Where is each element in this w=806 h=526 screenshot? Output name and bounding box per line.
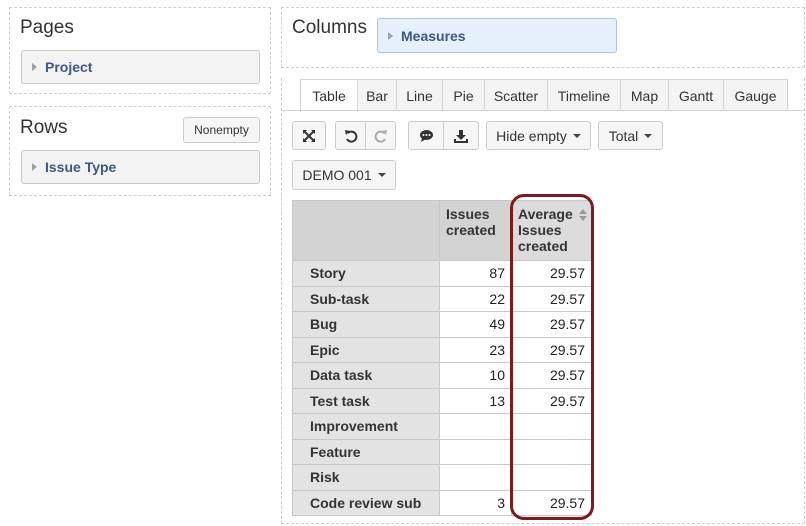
cell-average [511,464,592,491]
rows-panel: Rows Nonempty Issue Type [9,106,271,196]
comment-icon [419,129,433,142]
nonempty-button[interactable]: Nonempty [183,117,260,143]
tab-scatter[interactable]: Scatter [484,79,548,111]
table-row: Story 87 29.57 [292,260,592,287]
columns-panel: Columns Measures [281,7,805,68]
column-header-average-issues-created[interactable]: Average Issues created [511,200,592,261]
row-header[interactable]: Improvement [292,413,440,440]
columns-chip-measures[interactable]: Measures [377,18,617,53]
sort-icon[interactable] [579,209,587,221]
table-row: Risk [292,464,592,491]
tabs-divider [282,110,806,111]
tab-line[interactable]: Line [396,79,443,111]
cell-issues: 49 [439,311,512,338]
export-button[interactable] [443,121,479,150]
total-dropdown[interactable]: Total [598,121,663,150]
row-header[interactable]: Test task [292,387,440,414]
expand-icon [303,129,315,142]
cell-issues: 3 [439,489,512,516]
rows-title: Rows [20,117,68,138]
caret-right-icon [388,31,393,40]
table-row: Code review sub 3 29.57 [292,489,592,516]
tab-bar[interactable]: Bar [357,79,397,111]
cell-average [511,413,592,440]
chevron-down-icon [377,173,386,177]
cell-average: 29.57 [511,489,592,516]
row-header[interactable]: Story [292,260,440,287]
cell-average: 29.57 [511,387,592,414]
cell-average: 29.57 [511,362,592,389]
tab-table[interactable]: Table [300,79,358,112]
cell-issues: 10 [439,362,512,389]
row-header[interactable]: Feature [292,438,440,465]
table-row: Epic 23 29.57 [292,336,592,363]
download-icon [454,129,468,143]
table-row: Data task 10 29.57 [292,362,592,389]
redo-button[interactable] [365,121,396,150]
cell-issues: 22 [439,285,512,312]
table-row: Feature [292,438,592,465]
pages-chip-project[interactable]: Project [21,50,260,84]
page-select[interactable]: DEMO 001 [292,160,396,190]
hide-empty-label: Hide empty [496,127,567,144]
cell-issues: 23 [439,336,512,363]
tab-timeline[interactable]: Timeline [547,79,621,111]
table-row: Improvement [292,413,592,440]
chevron-down-icon [644,133,653,138]
cell-average: 29.57 [511,285,592,312]
table-row: Bug 49 29.57 [292,311,592,338]
table-header-row: Issues created Average Issues created [292,200,592,261]
total-label: Total [608,127,639,144]
cell-issues: 13 [439,387,512,414]
report-table: Issues created Average Issues created St… [292,200,592,516]
chip-label: Issue Type [45,159,117,175]
columns-title: Columns [292,17,367,38]
view-tabs: Table Bar Line Pie Scatter Timeline Map … [300,79,788,112]
rows-chip-issue-type[interactable]: Issue Type [21,150,260,184]
tab-map[interactable]: Map [620,79,669,111]
cell-issues [439,464,512,491]
undo-button[interactable] [335,121,366,150]
cell-issues: 87 [439,260,512,287]
cell-average [511,438,592,465]
tab-gauge[interactable]: Gauge [723,79,788,111]
undo-icon [344,129,357,143]
table-row: Test task 13 29.57 [292,387,592,414]
tab-pie[interactable]: Pie [442,79,485,111]
cell-average: 29.57 [511,260,592,287]
row-header[interactable]: Sub-task [292,285,440,312]
row-header[interactable]: Code review sub [292,489,440,516]
comment-button[interactable] [408,121,444,150]
redo-icon [374,129,387,143]
row-header[interactable]: Risk [292,464,440,491]
row-header[interactable]: Data task [292,362,440,389]
tab-gantt[interactable]: Gantt [668,79,724,111]
hide-empty-dropdown[interactable]: Hide empty [486,121,591,150]
chevron-down-icon [572,133,581,138]
column-header-label: Average Issues created [518,206,573,254]
cell-issues [439,413,512,440]
cell-average: 29.57 [511,336,592,363]
fullscreen-button[interactable] [292,121,326,150]
cell-average: 29.57 [511,311,592,338]
row-header[interactable]: Bug [292,311,440,338]
caret-right-icon [32,63,37,71]
chip-label: Measures [401,27,466,44]
row-header[interactable]: Epic [292,336,440,363]
column-header-issues-created[interactable]: Issues created [439,200,512,261]
page-select-value: DEMO 001 [302,167,372,183]
caret-right-icon [32,163,37,171]
table-corner [292,200,440,261]
cell-issues [439,438,512,465]
table-row: Sub-task 22 29.57 [292,285,592,312]
pages-title: Pages [20,17,74,38]
chip-label: Project [45,59,93,75]
pages-panel: Pages Project [9,7,271,94]
